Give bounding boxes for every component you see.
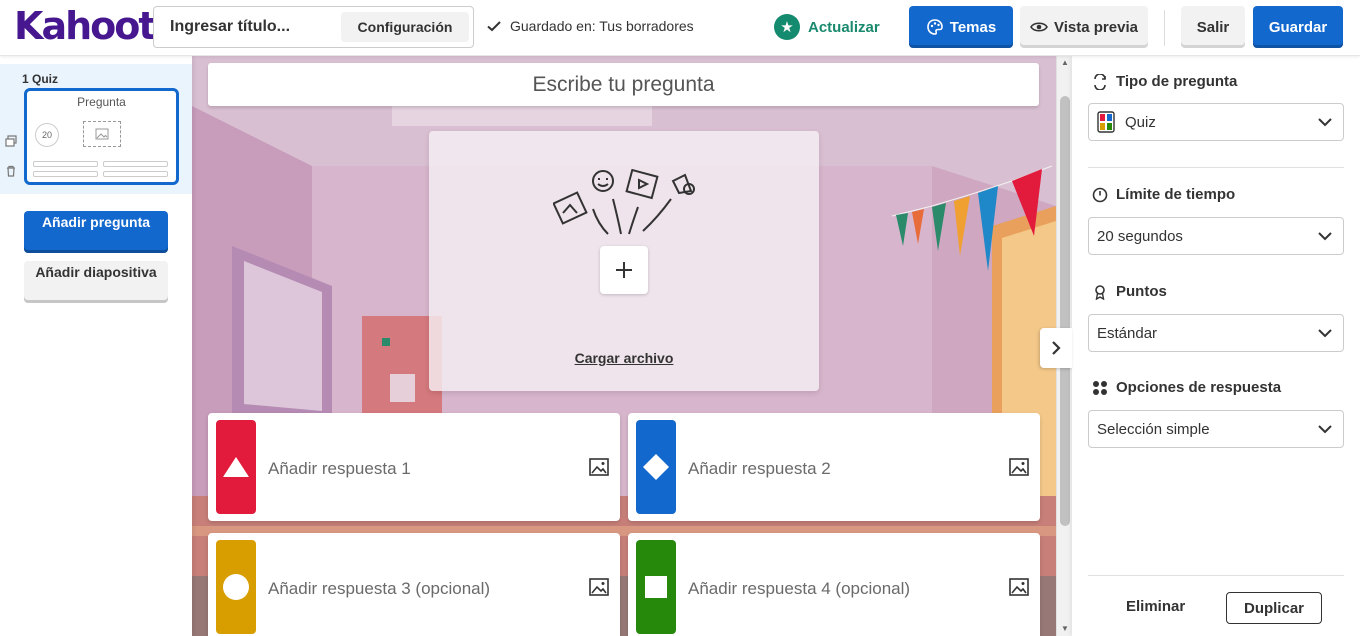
- chevron-down-icon: [1318, 232, 1332, 241]
- triangle-icon: [216, 420, 256, 514]
- thumbnail-answer: [103, 171, 168, 177]
- image-icon[interactable]: [589, 458, 609, 476]
- question-type-label: Tipo de pregunta: [1116, 73, 1238, 90]
- top-bar: Kahoot! Ingresar título... Configuración…: [0, 0, 1360, 56]
- delete-button[interactable]: Eliminar: [1126, 598, 1185, 615]
- palette-icon: [926, 19, 943, 35]
- answer-input[interactable]: Añadir respuesta 4 (opcional): [688, 579, 910, 599]
- diamond-icon: [636, 420, 676, 514]
- save-status: Guardado en: Tus borradores: [486, 18, 694, 34]
- quiz-icon: [1097, 111, 1115, 133]
- time-limit-label: Límite de tiempo: [1116, 186, 1236, 203]
- save-status-text: Guardado en: Tus borradores: [510, 18, 694, 34]
- add-media-button[interactable]: [600, 246, 648, 294]
- answer-options-heading: Opciones de respuesta: [1092, 379, 1281, 396]
- slide-list-item[interactable]: 1 Quiz Pregunta 20: [0, 64, 192, 194]
- image-icon[interactable]: [589, 578, 609, 596]
- points-label: Puntos: [1116, 283, 1167, 300]
- circle-icon: [216, 540, 256, 634]
- slides-sidebar: 1 Quiz Pregunta 20 Añadir pregunta Añadi…: [0, 56, 192, 636]
- preview-button[interactable]: Vista previa: [1020, 6, 1148, 48]
- chevron-down-icon: [1318, 118, 1332, 127]
- slide-thumbnail[interactable]: Pregunta 20: [24, 88, 179, 185]
- question-type-heading: Tipo de pregunta: [1092, 73, 1237, 90]
- kahoot-logo[interactable]: Kahoot!: [14, 4, 172, 48]
- answer-input[interactable]: Añadir respuesta 1: [268, 459, 411, 479]
- clock-icon: [1092, 187, 1108, 202]
- points-value: Estándar: [1097, 324, 1158, 342]
- duplicate-button[interactable]: Duplicar: [1226, 592, 1322, 624]
- exit-button[interactable]: Salir: [1181, 6, 1245, 48]
- image-icon[interactable]: [1009, 578, 1029, 596]
- thumbnail-title: Pregunta: [77, 95, 126, 109]
- chevron-right-icon: [1052, 341, 1061, 355]
- award-icon: [1095, 284, 1105, 300]
- answer-options-value: Selección simple: [1097, 420, 1210, 438]
- question-type-select[interactable]: Quiz: [1088, 103, 1344, 141]
- question-input[interactable]: Escribe tu pregunta: [208, 63, 1039, 106]
- add-question-button[interactable]: Añadir pregunta: [24, 211, 168, 253]
- toolbar-divider: [1164, 10, 1165, 46]
- collapse-panel-button[interactable]: [1040, 328, 1072, 368]
- trash-icon[interactable]: [4, 164, 18, 178]
- answer-card[interactable]: Añadir respuesta 2: [628, 413, 1040, 521]
- preview-label: Vista previa: [1054, 18, 1138, 36]
- slide-number-label: 1 Quiz: [22, 72, 59, 86]
- time-limit-heading: Límite de tiempo: [1092, 186, 1235, 203]
- thumbnail-answer: [33, 161, 98, 167]
- section-divider: [1088, 575, 1344, 576]
- title-input[interactable]: Ingresar título... Configuración: [153, 6, 474, 48]
- duplicate-icon[interactable]: [4, 134, 18, 148]
- answer-card[interactable]: Añadir respuesta 4 (opcional): [628, 533, 1040, 636]
- thumbnail-answer: [33, 171, 98, 177]
- answer-options-icon: [1093, 380, 1107, 395]
- chevron-down-icon: [1318, 425, 1332, 434]
- upload-file-link[interactable]: Cargar archivo: [429, 350, 819, 366]
- update-label: Actualizar: [808, 18, 880, 36]
- update-button[interactable]: ★ Actualizar: [774, 14, 880, 40]
- answer-options-label: Opciones de respuesta: [1116, 379, 1282, 396]
- thumbnail-answer: [103, 161, 168, 167]
- check-icon: [487, 21, 501, 32]
- settings-button[interactable]: Configuración: [341, 12, 469, 42]
- answer-card[interactable]: Añadir respuesta 1: [208, 413, 620, 521]
- answer-input[interactable]: Añadir respuesta 3 (opcional): [268, 579, 490, 599]
- answer-input[interactable]: Añadir respuesta 2: [688, 459, 831, 479]
- star-icon: ★: [774, 14, 800, 40]
- eye-icon: [1030, 22, 1048, 32]
- add-slide-button[interactable]: Añadir diapositiva: [24, 261, 168, 303]
- scroll-up-icon[interactable]: ▲: [1061, 58, 1069, 67]
- question-type-value: Quiz: [1125, 113, 1156, 131]
- question-settings-panel: Tipo de pregunta Quiz Límite de tiempo 2…: [1072, 56, 1360, 636]
- title-input-text: Ingresar título...: [170, 18, 291, 35]
- section-divider: [1088, 167, 1344, 168]
- chevron-down-icon: [1318, 329, 1332, 338]
- media-upload-area[interactable]: Cargar archivo: [429, 131, 819, 391]
- media-illustration-icon: [553, 169, 695, 235]
- scroll-down-icon[interactable]: ▼: [1061, 624, 1069, 633]
- points-heading: Puntos: [1092, 283, 1167, 300]
- question-type-icon: [1094, 73, 1106, 90]
- themes-button[interactable]: Temas: [909, 6, 1013, 48]
- plus-icon: [616, 262, 632, 278]
- save-button[interactable]: Guardar: [1253, 6, 1343, 48]
- time-limit-select[interactable]: 20 segundos: [1088, 217, 1344, 255]
- scrollbar-thumb[interactable]: [1060, 96, 1070, 526]
- themes-label: Temas: [949, 18, 997, 36]
- answer-card[interactable]: Añadir respuesta 3 (opcional): [208, 533, 620, 636]
- thumbnail-image-placeholder-icon: [83, 121, 121, 147]
- answer-options-select[interactable]: Selección simple: [1088, 410, 1344, 448]
- points-select[interactable]: Estándar: [1088, 314, 1344, 352]
- thumbnail-timer: 20: [35, 123, 59, 147]
- square-icon: [636, 540, 676, 634]
- time-limit-value: 20 segundos: [1097, 227, 1183, 245]
- image-icon[interactable]: [1009, 458, 1029, 476]
